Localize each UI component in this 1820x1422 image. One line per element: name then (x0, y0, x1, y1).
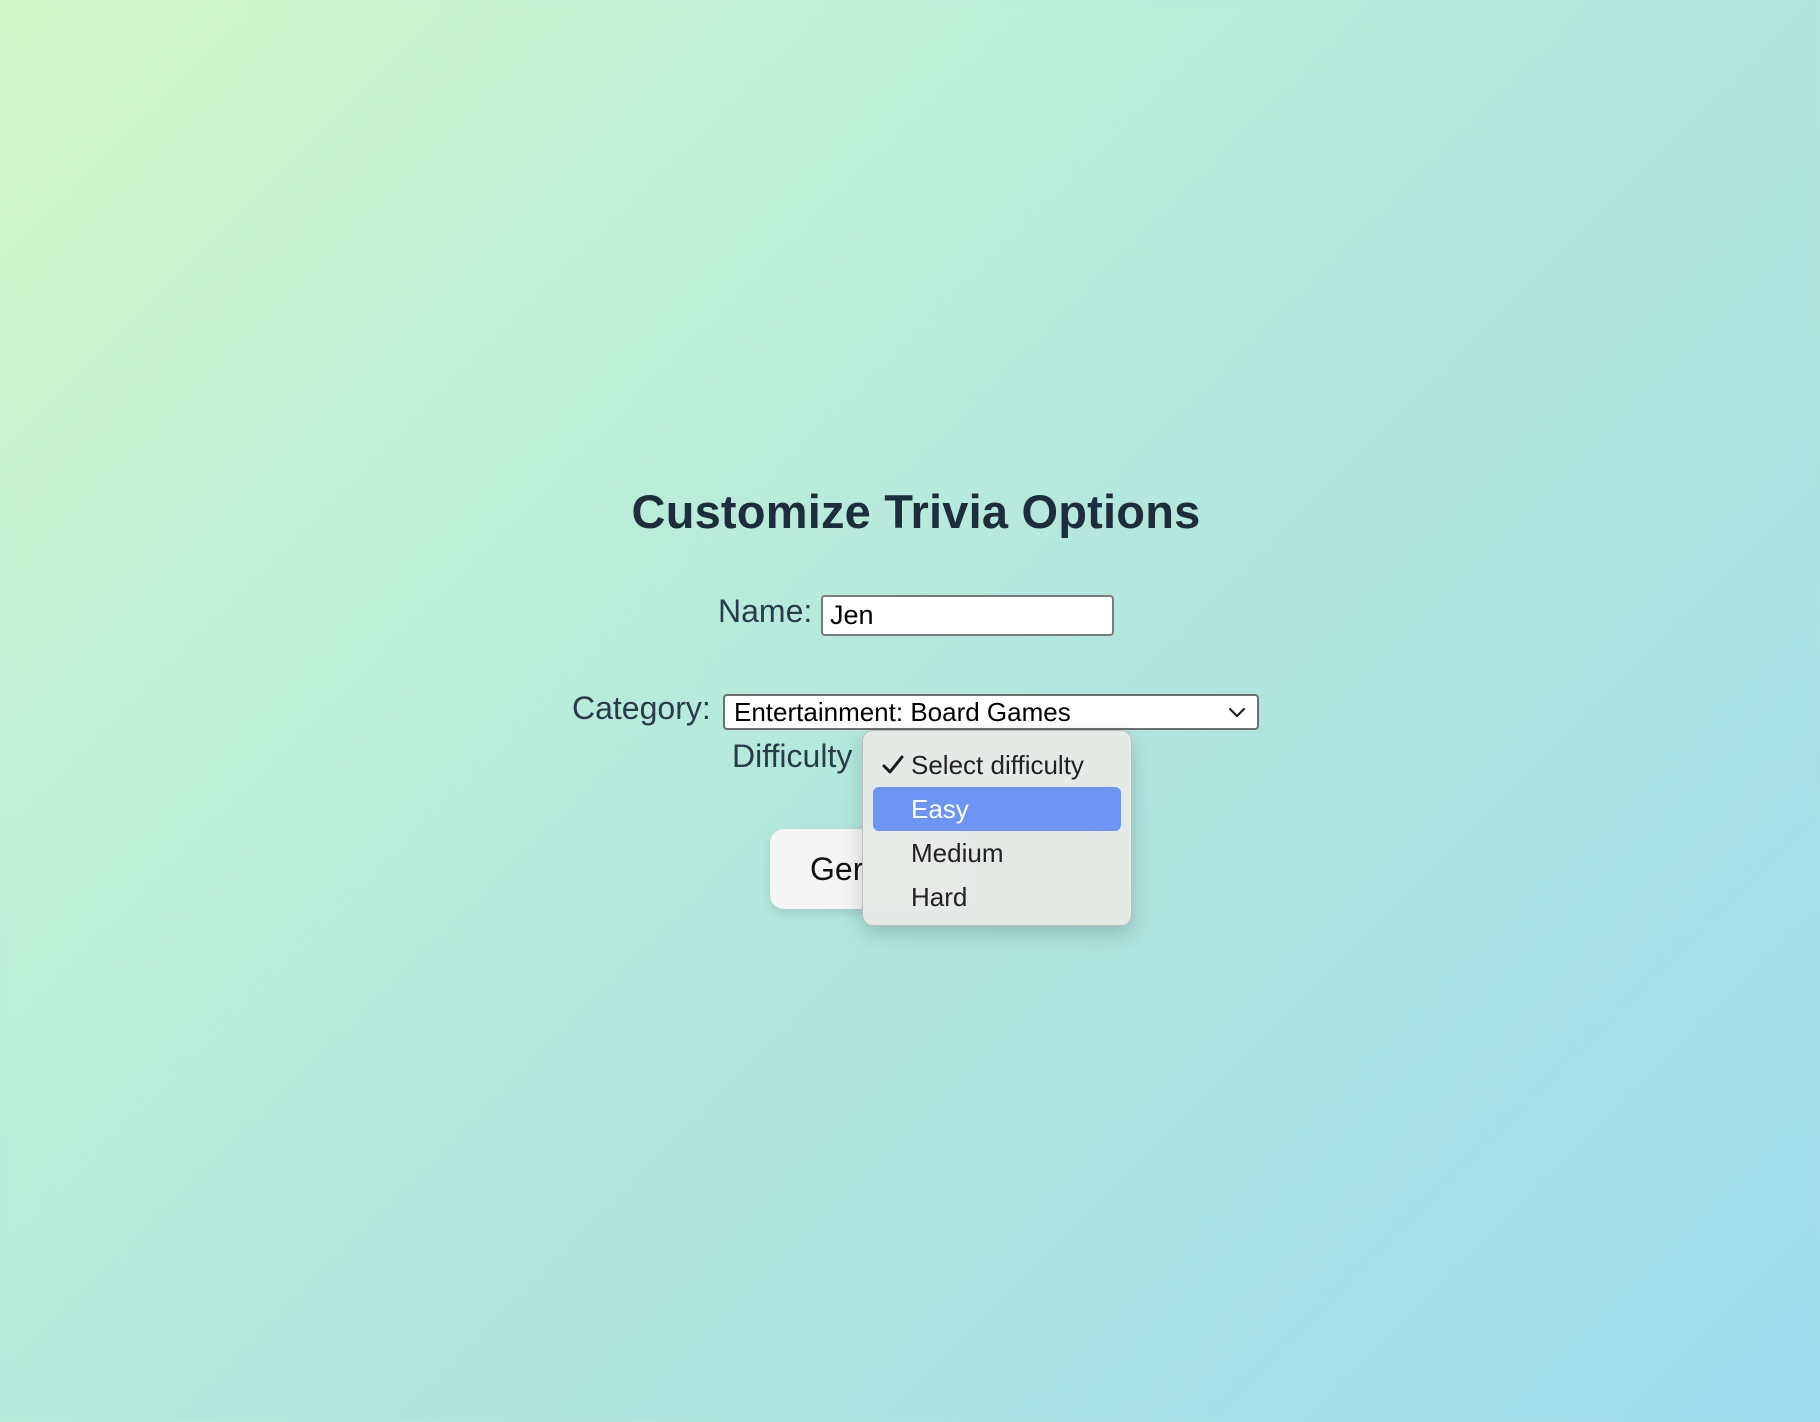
option-label: Easy (911, 793, 969, 824)
option-label: Hard (911, 881, 968, 912)
name-input[interactable] (821, 595, 1114, 636)
category-label: Category: (572, 690, 711, 726)
category-select[interactable]: Entertainment: Board Games (723, 694, 1259, 730)
option-label: Select difficulty (911, 749, 1084, 780)
category-selected-value: Entertainment: Board Games (734, 696, 1071, 727)
generate-button-label: Ger (810, 850, 864, 887)
chevron-down-icon (1228, 707, 1246, 718)
page-title: Customize Trivia Options (631, 485, 1201, 538)
dropdown-option-hard[interactable]: Hard (873, 875, 1121, 919)
option-label: Medium (911, 837, 1004, 868)
dropdown-option-select-difficulty[interactable]: Select difficulty (873, 743, 1121, 787)
difficulty-dropdown-menu: Select difficulty Easy Medium Hard (862, 730, 1132, 926)
name-label: Name: (718, 593, 813, 629)
difficulty-label: Difficulty (732, 738, 853, 774)
dropdown-option-easy[interactable]: Easy (873, 787, 1121, 831)
checkmark-icon (882, 755, 904, 774)
dropdown-option-medium[interactable]: Medium (873, 831, 1121, 875)
